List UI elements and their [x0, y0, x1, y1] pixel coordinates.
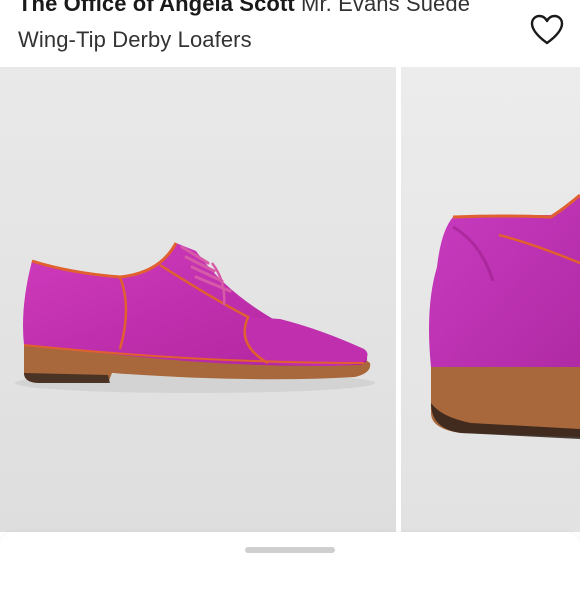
image-carousel[interactable]	[0, 67, 580, 537]
product-image-side[interactable]	[0, 67, 396, 532]
brand-name: The Office of Angela Scott	[18, 0, 295, 16]
bottom-sheet[interactable]	[0, 532, 580, 592]
listing-title: The Office of Angela Scott Mr. Evans Sue…	[18, 0, 518, 58]
heart-icon[interactable]	[530, 14, 564, 46]
grab-handle[interactable]	[245, 547, 335, 553]
product-image-heel[interactable]	[401, 67, 580, 532]
